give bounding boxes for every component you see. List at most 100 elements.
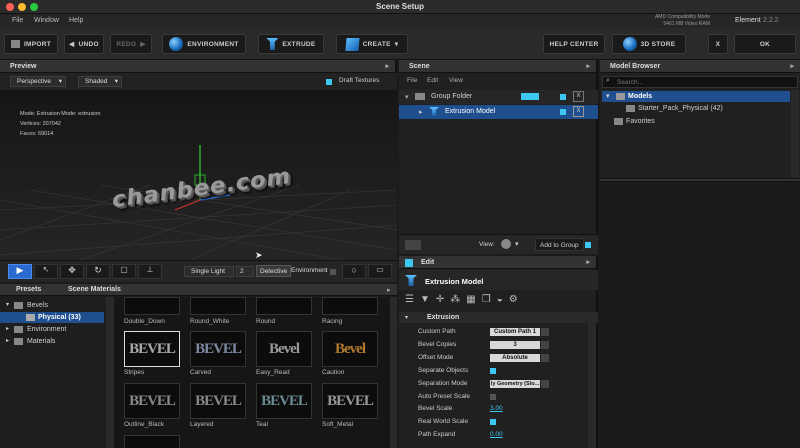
preset-tile-carved[interactable]: BEVEL [190,331,246,367]
view-mode-dropdown[interactable]: Perspective ▾ [10,76,66,87]
chevron-down-icon[interactable]: ▾ [515,240,519,248]
preset-thumb-double-down[interactable] [124,297,180,315]
monitor-icon[interactable]: ▭ [368,264,392,279]
expand-arrow-icon[interactable]: ▸ [419,108,423,116]
rotate-tool-icon[interactable]: ↻ [86,264,110,279]
import-button[interactable]: IMPORT [4,34,58,54]
shade-mode-dropdown[interactable]: Shaded ▾ [78,76,122,87]
menu-help[interactable]: Help [69,17,83,24]
menu-file[interactable]: File [12,17,23,24]
expand-arrow-icon[interactable]: ▸ [387,286,391,294]
preset-thumb-round-white[interactable] [190,297,246,315]
preset-thumb-next[interactable] [124,435,180,448]
chevron-down-icon[interactable] [541,380,549,388]
tree-item-environment[interactable]: ▸ Environment [0,324,104,335]
preset-tile-layered[interactable]: BEVEL [190,383,246,419]
3d-store-button[interactable]: 3D STORE [612,34,686,54]
favorites-item[interactable]: Favorites [602,116,790,127]
group-folder-row[interactable]: ▾ Group Folder X [399,90,598,104]
environment-button[interactable]: ENVIRONMENT [162,34,246,54]
extrusion-model-row[interactable]: ▸ Extrusion Model X [399,105,598,119]
ok-button[interactable]: OK [734,34,796,54]
model-tree-scrollbar[interactable] [791,90,799,178]
preset-tile-teal[interactable]: BEVEL [256,383,312,419]
draft-textures-checkbox[interactable] [326,79,332,85]
expand-arrow-icon[interactable]: ▸ [385,60,389,73]
scene-menu-edit[interactable]: Edit [427,77,438,84]
bevel-scale-value[interactable]: 3.00 [490,405,503,412]
preset-thumb-round[interactable] [256,297,312,315]
group-color-swatch[interactable] [521,93,539,100]
add-group-checkbox[interactable] [585,242,591,248]
starter-pack-item[interactable]: Starter_Pack_Physical (42) [602,103,790,114]
group-delete-icon[interactable]: X [573,91,584,102]
material-icon[interactable]: ▦ [466,294,475,306]
custom-path-dropdown[interactable]: Custom Path 1 [490,328,540,336]
chevron-down-icon[interactable] [541,328,549,336]
preset-grid-scrollbar[interactable] [390,297,397,448]
tree-item-bevels[interactable]: ▾ Bevels [0,300,104,311]
chevron-down-icon[interactable] [541,341,549,349]
preset-tile-easy-read[interactable]: Bevel [256,331,312,367]
undo-button[interactable]: ◀ UNDO [64,34,104,54]
cancel-button[interactable]: X [708,34,728,54]
expand-arrow-icon[interactable]: ▾ [405,93,409,101]
layers-icon[interactable]: ☰ [405,294,414,306]
settings-gear-icon[interactable]: ⚙ [509,294,518,306]
extrusion-section-header[interactable]: ▾ Extrusion [399,312,598,323]
expand-arrow-icon[interactable]: ▸ [586,256,590,269]
auto-preset-scale-checkbox[interactable] [490,394,496,400]
preset-tile-stripes[interactable]: BEVEL [124,331,180,367]
real-world-scale-checkbox[interactable] [490,419,496,425]
path-expand-value[interactable]: 0.00 [490,431,503,438]
preset-thumb-racing[interactable] [322,297,378,315]
tree-item-physical[interactable]: Physical (33) [0,312,104,323]
redo-button[interactable]: REDO ▶ [110,34,152,54]
scene-menu-file[interactable]: File [407,77,417,84]
light-count[interactable]: 2 [236,266,254,277]
extrude-button[interactable]: EXTRUDE [258,34,324,54]
group-visible-checkbox[interactable] [560,94,566,100]
copy-icon[interactable]: ❐ [482,294,491,306]
select-tool-icon[interactable]: ↖ [34,264,58,279]
separation-mode-dropdown[interactable]: ly Geometry (Slo... [490,380,540,388]
move-tab-icon[interactable]: ✛ [436,294,444,306]
preset-tile-soft-metal[interactable]: BEVEL [322,383,378,419]
menu-window[interactable]: Window [34,17,59,24]
model-visible-checkbox[interactable] [560,109,566,115]
help-center-button[interactable]: HELP CENTER [543,34,605,54]
expand-arrow-icon[interactable]: ▸ [790,60,794,73]
expand-arrow-icon[interactable]: ▾ [606,92,610,100]
tab-presets[interactable]: Presets [16,286,41,293]
preset-tile-outline-black[interactable]: BEVEL [124,383,180,419]
tree-item-materials[interactable]: ▸ Materials [0,336,104,347]
separate-objects-checkbox[interactable] [490,368,496,374]
light-dropdown[interactable]: Single Light [184,266,234,277]
viewport[interactable]: Mode: Extrusion Mode: extrusion Vertices… [0,90,397,260]
expand-arrow-icon[interactable]: ▸ [586,60,590,73]
environment-checkbox[interactable] [330,269,336,275]
particles-icon[interactable]: ⁂ [450,294,460,306]
create-button[interactable]: CREATE ▾ [336,34,408,54]
scene-menu-view[interactable]: View [449,77,463,84]
record-icon[interactable]: ○ [342,264,366,279]
model-search-input[interactable] [602,76,798,88]
new-folder-icon[interactable] [405,240,421,250]
bevel-copies-field[interactable]: 3 [490,341,540,349]
tree-scrollbar[interactable] [106,297,114,448]
scale-tool-icon[interactable]: ▢ [112,264,136,279]
camera-tool-icon[interactable]: ▶ [8,264,32,279]
extrude-tab-icon[interactable]: ▼ [420,294,430,306]
preset-tile-caution[interactable]: Bevel [322,331,378,367]
edit-scrollbar[interactable] [588,312,596,448]
model-delete-icon[interactable]: X [573,106,584,117]
tab-scene-materials[interactable]: Scene Materials [68,286,121,293]
axis-tool-icon[interactable]: ⊥ [138,264,162,279]
view-sphere-icon[interactable] [501,239,511,249]
add-to-group-button[interactable]: Add to Group [535,238,584,251]
deform-icon[interactable]: ◒ [497,294,503,306]
move-tool-icon[interactable]: ✥ [60,264,84,279]
chevron-down-icon[interactable] [541,354,549,362]
models-tree-item[interactable]: ▾ Models [602,91,790,102]
offset-mode-dropdown[interactable]: Absolute [490,354,540,362]
